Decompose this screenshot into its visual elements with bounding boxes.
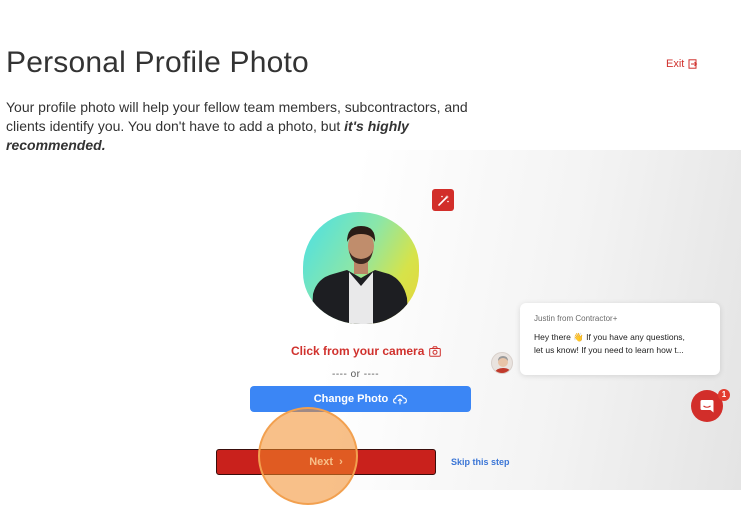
cloud-upload-icon [393, 394, 408, 405]
chat-sender: Justin from Contractor+ [534, 314, 618, 323]
profile-photo[interactable] [303, 212, 419, 332]
chat-preview-card[interactable]: Justin from Contractor+ Hey there 👋 If y… [520, 303, 720, 375]
chevron-right-icon: › [339, 456, 343, 468]
camera-capture-link[interactable]: Click from your camera [291, 344, 442, 358]
person-silhouette [311, 226, 409, 324]
camera-icon [429, 345, 442, 357]
chat-bubble-icon [700, 400, 714, 413]
chat-message-line-2: let us know! If you need to learn how t.… [534, 345, 684, 355]
page-title: Personal Profile Photo [6, 46, 309, 79]
magic-wand-icon [437, 194, 449, 206]
edit-photo-button[interactable] [432, 189, 454, 211]
intro-text: Your profile photo will help your fellow… [6, 98, 496, 155]
exit-label: Exit [666, 58, 685, 70]
photo-gradient-background [303, 212, 419, 324]
skip-step-link[interactable]: Skip this step [451, 457, 510, 467]
change-photo-button[interactable]: Change Photo [250, 386, 471, 412]
change-photo-label: Change Photo [313, 393, 389, 405]
chat-message-line-1: Hey there 👋 If you have any questions, [534, 332, 685, 342]
agent-avatar [491, 352, 513, 374]
camera-label: Click from your camera [291, 344, 425, 358]
exit-icon [688, 59, 698, 69]
notification-badge: 1 [718, 389, 730, 401]
next-button[interactable]: Next › [216, 449, 436, 475]
or-divider: ---- or ---- [332, 369, 380, 380]
next-label: Next [309, 456, 334, 468]
exit-link[interactable]: Exit [666, 58, 698, 70]
